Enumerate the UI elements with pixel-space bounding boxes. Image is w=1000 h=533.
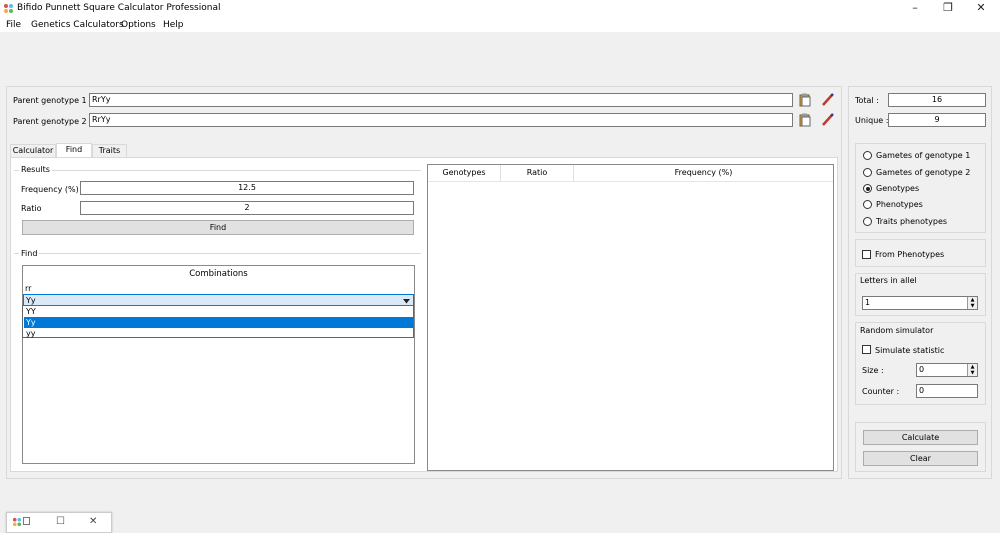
window-title: Bifido Punnett Square Calculator Profess… (17, 3, 221, 13)
radio-traits-phenotypes[interactable] (863, 217, 872, 226)
radio-gametes-2-label: Gametes of genotype 2 (876, 168, 971, 177)
tab-traits[interactable]: Traits (92, 144, 127, 157)
radio-genotypes-label: Genotypes (876, 184, 920, 193)
dropdown-option-yy-recessive[interactable]: yy (24, 328, 413, 339)
menu-help[interactable]: Help (163, 18, 184, 32)
total-value: 16 (888, 93, 986, 107)
unique-value: 9 (888, 113, 986, 127)
radio-gametes-2[interactable] (863, 168, 872, 177)
spin-arrows-icon[interactable]: ▲ ▼ (967, 297, 977, 309)
app-icon (12, 517, 22, 529)
radio-traits-phenotypes-label: Traits phenotypes (876, 217, 948, 226)
find-button[interactable]: Find (22, 220, 414, 235)
menu-genetics-calculators[interactable]: Genetics Calculators (31, 18, 124, 32)
calculate-button[interactable]: Calculate (863, 430, 978, 445)
find-group-label: Find (19, 249, 40, 258)
dropdown-option-yy-hetero[interactable]: Yy (24, 317, 413, 328)
clear-button[interactable]: Clear (863, 451, 978, 466)
dropdown-option-yy-dominant[interactable]: YY (24, 306, 413, 317)
tab-calculator[interactable]: Calculator (10, 144, 56, 157)
random-simulator-label: Random simulator (860, 326, 934, 335)
radio-gametes-1[interactable] (863, 151, 872, 160)
radio-genotypes[interactable] (863, 184, 872, 193)
window-icon (23, 517, 30, 525)
parent-genotype-2-input[interactable]: RrYy (89, 113, 793, 127)
total-label: Total : (855, 96, 879, 105)
combinations-header: Combinations (189, 269, 248, 279)
parent-genotype-2-label: Parent genotype 2 : (13, 117, 92, 126)
results-group-label: Results (19, 165, 52, 174)
restore-button[interactable]: ❐ (931, 0, 965, 17)
parent-genotype-1-input[interactable]: RrYy (89, 93, 793, 107)
radio-gametes-1-label: Gametes of genotype 1 (876, 151, 971, 160)
clear-pen-icon[interactable] (821, 93, 834, 109)
spin-arrows-icon[interactable]: ▲ ▼ (967, 364, 977, 376)
clear-pen-icon[interactable] (821, 113, 834, 129)
frequency-label: Frequency (%) (21, 185, 79, 194)
from-phenotypes-label: From Phenotypes (875, 250, 945, 259)
column-header-frequency[interactable]: Frequency (%) (574, 165, 833, 181)
size-label: Size : (862, 366, 884, 375)
counter-input[interactable]: 0 (916, 384, 978, 398)
menu-options[interactable]: Options (121, 18, 156, 32)
simulate-statistic-label: Simulate statistic (875, 346, 945, 355)
column-header-ratio[interactable]: Ratio (501, 165, 574, 181)
counter-label: Counter : (862, 387, 900, 396)
combination-select-value: Yy (26, 296, 36, 305)
paste-icon[interactable] (799, 93, 811, 109)
ratio-label: Ratio (21, 204, 42, 213)
app-icon (3, 3, 14, 14)
letters-spinbox[interactable]: 1 (862, 296, 978, 310)
paste-icon[interactable] (799, 113, 811, 129)
minimized-restore-button[interactable]: ☐ (56, 516, 65, 527)
parent-genotype-1-label: Parent genotype 1 : (13, 96, 92, 105)
radio-phenotypes[interactable] (863, 200, 872, 209)
ratio-input[interactable]: 2 (80, 201, 414, 215)
dropdown-list: YY Yy yy (22, 305, 414, 338)
results-table: Genotypes Ratio Frequency (%) (427, 164, 834, 471)
simulate-statistic-checkbox[interactable] (862, 345, 871, 354)
combination-row: rr (25, 284, 32, 293)
close-button[interactable]: ✕ (964, 0, 998, 17)
column-header-genotypes[interactable]: Genotypes (428, 165, 501, 181)
unique-label: Unique : (855, 116, 889, 125)
tab-find[interactable]: Find (56, 143, 92, 157)
table-header-divider (428, 181, 833, 182)
frequency-input[interactable]: 12.5 (80, 181, 414, 195)
minimize-button[interactable]: – (898, 0, 932, 17)
menu-file[interactable]: File (6, 18, 21, 32)
radio-phenotypes-label: Phenotypes (876, 200, 923, 209)
letters-group-label: Letters in allel (860, 276, 917, 285)
minimized-close-button[interactable]: ✕ (89, 516, 97, 527)
from-phenotypes-checkbox[interactable] (862, 250, 871, 259)
